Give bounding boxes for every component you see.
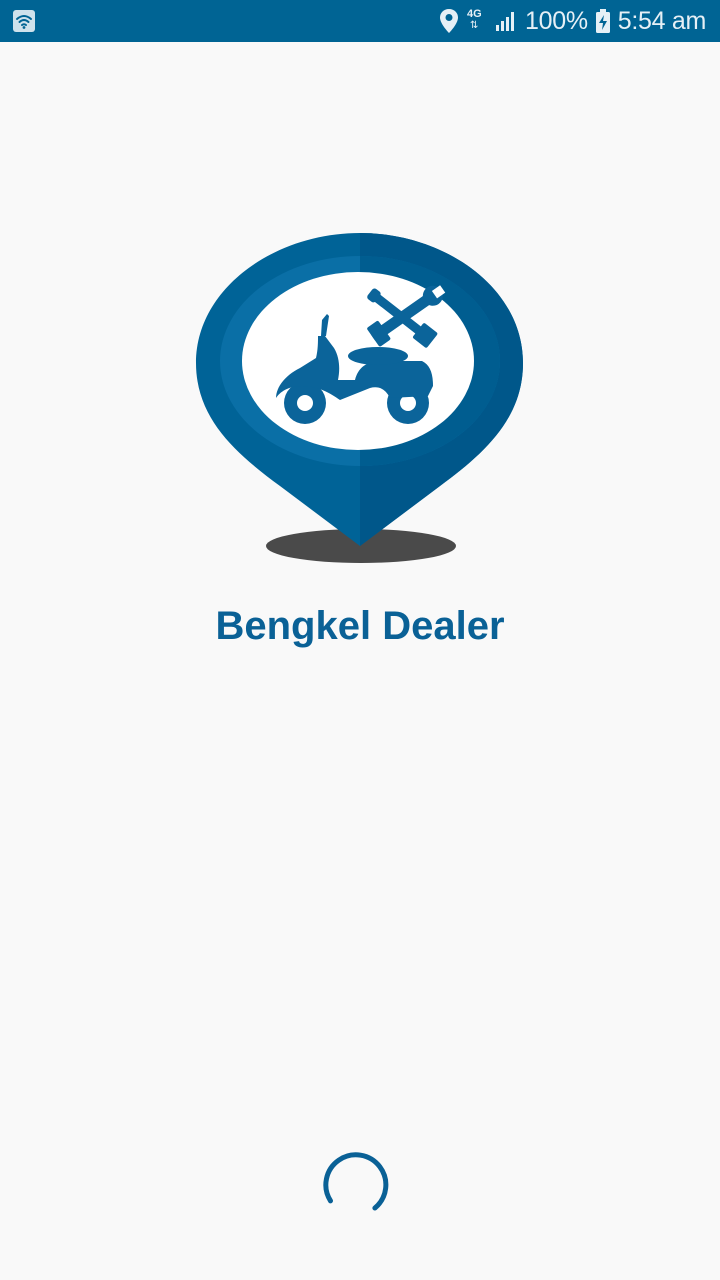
app-logo	[190, 228, 530, 568]
data-arrows-icon: ⇅	[470, 20, 479, 31]
wifi-icon	[13, 10, 35, 32]
clock: 5:54 am	[617, 6, 707, 35]
network-icon: 4G ⇅	[467, 8, 487, 34]
loading-spinner-icon	[323, 1152, 389, 1211]
network-type-label: 4G	[467, 8, 482, 20]
status-bar: 4G ⇅ 100% 5:54 am	[0, 0, 720, 42]
app-title: Bengkel Dealer	[215, 604, 505, 648]
location-icon	[440, 9, 459, 33]
battery-percent: 100%	[525, 6, 588, 35]
status-icons: 4G ⇅ 100% 5:54 am	[439, 0, 706, 42]
notification-area	[12, 9, 36, 38]
battery-charging-icon	[595, 9, 610, 33]
signal-icon	[496, 12, 515, 31]
